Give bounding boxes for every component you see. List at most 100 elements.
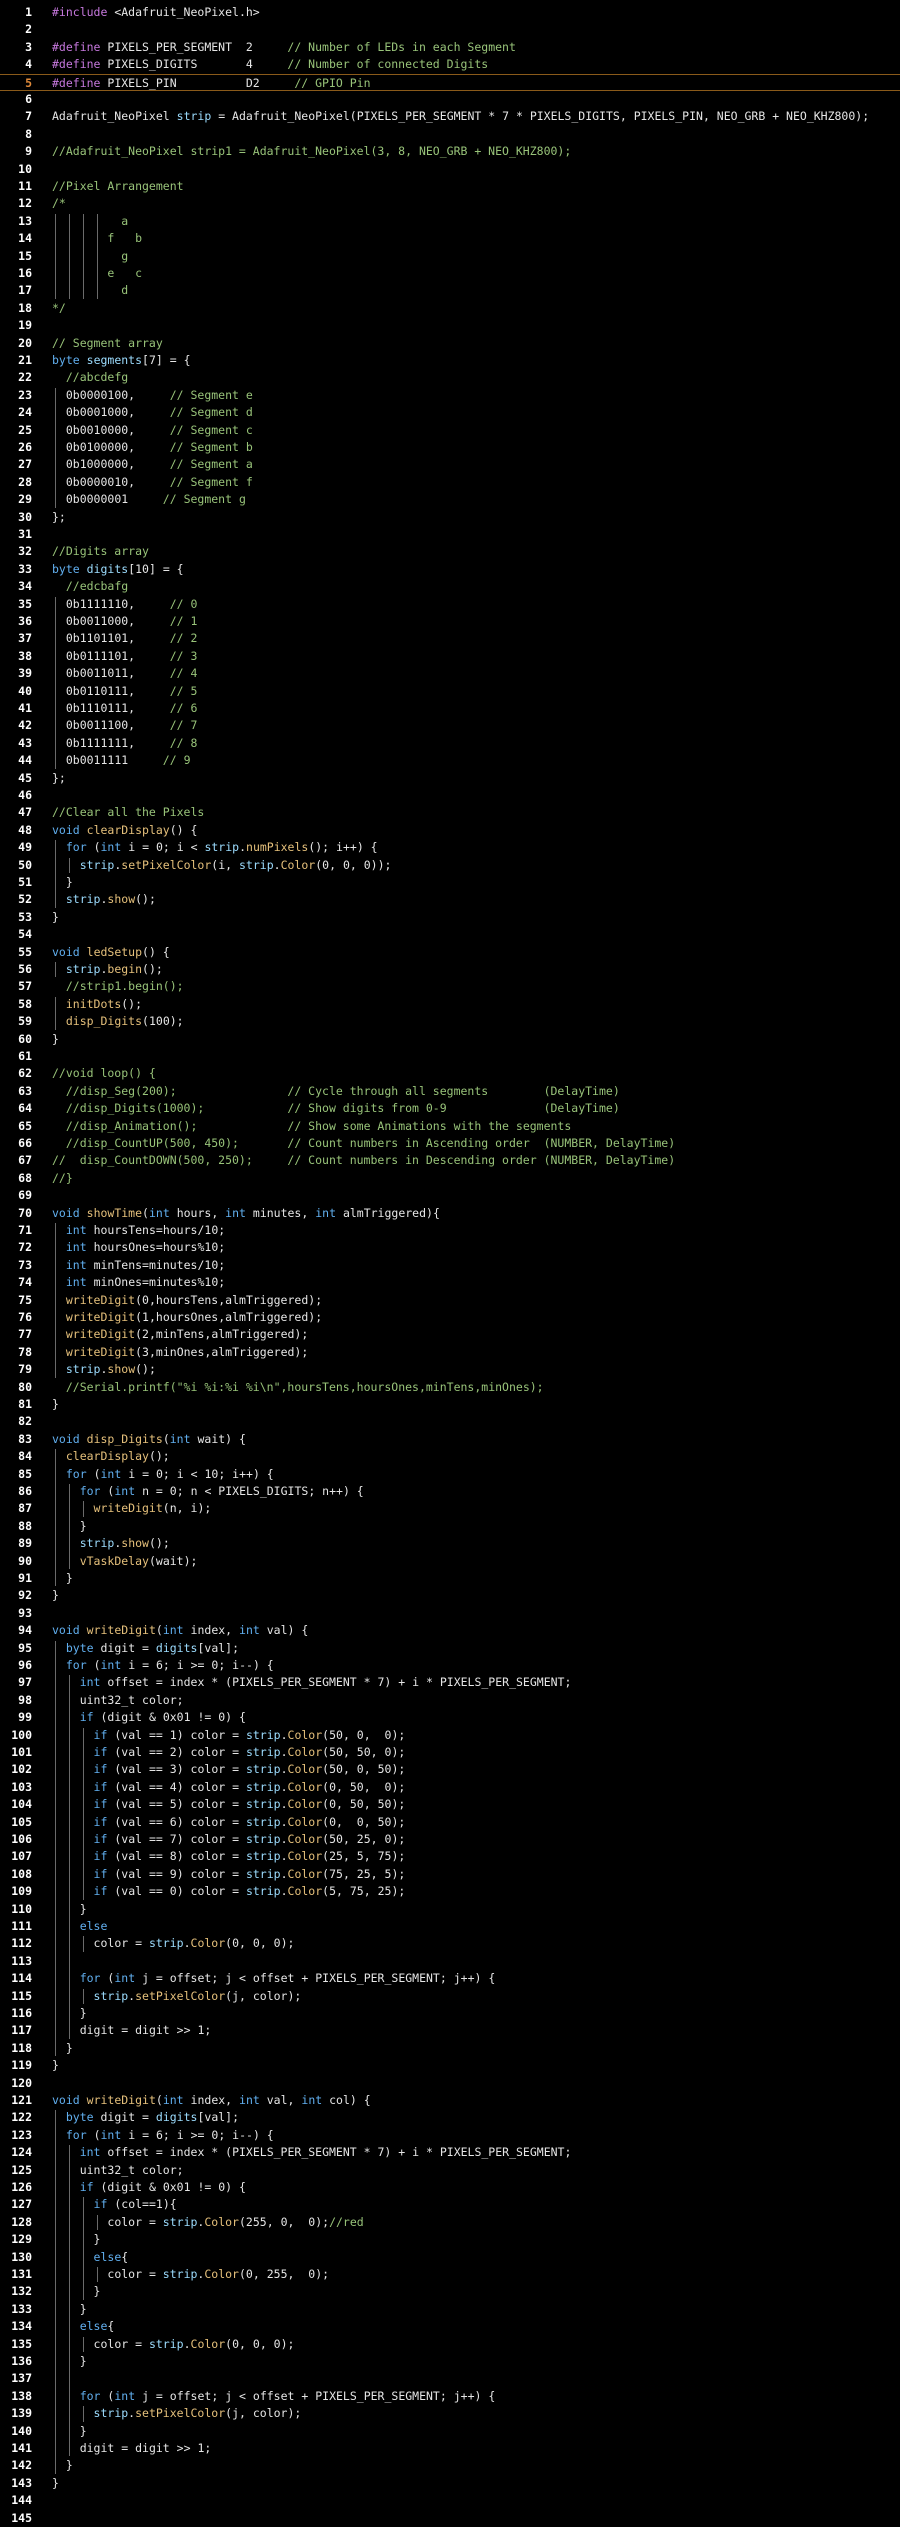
- code-line[interactable]: 9 //Adafruit_NeoPixel strip1 = Adafruit_N…: [0, 143, 900, 160]
- code-line[interactable]: 112 color = strip.Color(0, 0, 0);: [0, 1935, 900, 1952]
- code-line[interactable]: 36 0b0011000, // 1: [0, 613, 900, 630]
- code-line[interactable]: 95 byte digit = digits[val];: [0, 1640, 900, 1657]
- code-line[interactable]: 68 //}: [0, 1170, 900, 1187]
- code-line[interactable]: 12 /*: [0, 195, 900, 212]
- code-line[interactable]: 98 uint32_t color;: [0, 1692, 900, 1709]
- code-line[interactable]: 105 if (val == 6) color = strip.Color(0,…: [0, 1814, 900, 1831]
- code-line[interactable]: 100 if (val == 1) color = strip.Color(50…: [0, 1727, 900, 1744]
- code-line[interactable]: 127 if (col==1){: [0, 2196, 900, 2213]
- code-line[interactable]: 90 vTaskDelay(wait);: [0, 1553, 900, 1570]
- code-line[interactable]: 126 if (digit & 0x01 != 0) {: [0, 2179, 900, 2196]
- code-line[interactable]: 119}: [0, 2057, 900, 2074]
- code-line[interactable]: 45};: [0, 770, 900, 787]
- code-line[interactable]: 83 void disp_Digits(int wait) {: [0, 1431, 900, 1448]
- code-line[interactable]: 70 void showTime(int hours, int minutes, …: [0, 1205, 900, 1222]
- code-line[interactable]: 43 0b1111111, // 8: [0, 735, 900, 752]
- code-line[interactable]: 130 else{: [0, 2249, 900, 2266]
- code-line[interactable]: 1 #include <Adafruit_NeoPixel.h>: [0, 4, 900, 21]
- code-line[interactable]: 42 0b0011100, // 7: [0, 717, 900, 734]
- code-line[interactable]: 57 //strip1.begin();: [0, 978, 900, 995]
- code-line[interactable]: 62 //void loop() {: [0, 1065, 900, 1082]
- code-line[interactable]: 145: [0, 2510, 900, 2527]
- code-line[interactable]: 80 //Serial.printf("%i %i:%i %i\n",hours…: [0, 1379, 900, 1396]
- code-line[interactable]: 30};: [0, 509, 900, 526]
- code-line[interactable]: 74 int minOnes=minutes%10;: [0, 1274, 900, 1291]
- code-line[interactable]: 114 for (int j = offset; j < offset + PI…: [0, 1970, 900, 1987]
- code-line[interactable]: 96 for (int i = 6; i >= 0; i--) {: [0, 1657, 900, 1674]
- code-line[interactable]: 17 d: [0, 282, 900, 299]
- code-line[interactable]: 122 byte digit = digits[val];: [0, 2109, 900, 2126]
- code-line[interactable]: 69: [0, 1187, 900, 1204]
- code-line[interactable]: 22 //abcdefg: [0, 369, 900, 386]
- code-line[interactable]: 101 if (val == 2) color = strip.Color(50…: [0, 1744, 900, 1761]
- code-line[interactable]: 41 0b1110111, // 6: [0, 700, 900, 717]
- code-line[interactable]: 6: [0, 91, 900, 108]
- code-line[interactable]: 11 //Pixel Arrangement: [0, 178, 900, 195]
- code-line[interactable]: 21 byte segments[7] = {: [0, 352, 900, 369]
- code-line[interactable]: 27 0b1000000, // Segment a: [0, 456, 900, 473]
- code-line[interactable]: 132 }: [0, 2283, 900, 2300]
- code-line[interactable]: 118 }: [0, 2040, 900, 2057]
- code-line[interactable]: 136 }: [0, 2353, 900, 2370]
- code-line[interactable]: 15 g: [0, 248, 900, 265]
- code-line[interactable]: 117 digit = digit >> 1;: [0, 2022, 900, 2039]
- code-line[interactable]: 7 Adafruit_NeoPixel strip = Adafruit_NeoP…: [0, 108, 900, 125]
- code-line[interactable]: 33 byte digits[10] = {: [0, 561, 900, 578]
- code-line[interactable]: 4 #define PIXELS_DIGITS 4 // Number of co…: [0, 56, 900, 73]
- code-line[interactable]: 97 int offset = index * (PIXELS_PER_SEGM…: [0, 1674, 900, 1691]
- code-line[interactable]: 28 0b0000010, // Segment f: [0, 474, 900, 491]
- code-line[interactable]: 48 void clearDisplay() {: [0, 822, 900, 839]
- code-line[interactable]: 88 }: [0, 1518, 900, 1535]
- code-line[interactable]: 138 for (int j = offset; j < offset + PI…: [0, 2388, 900, 2405]
- code-line[interactable]: 110 }: [0, 1901, 900, 1918]
- code-line[interactable]: 72 int hoursOnes=hours%10;: [0, 1239, 900, 1256]
- code-line[interactable]: 78 writeDigit(3,minOnes,almTriggered);: [0, 1344, 900, 1361]
- code-line[interactable]: 65 //disp_Animation(); // Show some Anim…: [0, 1118, 900, 1135]
- code-line[interactable]: 87 writeDigit(n, i);: [0, 1500, 900, 1517]
- code-line[interactable]: 2: [0, 21, 900, 38]
- code-line[interactable]: 129 }: [0, 2231, 900, 2248]
- code-line[interactable]: 120: [0, 2075, 900, 2092]
- code-line[interactable]: 134 else{: [0, 2318, 900, 2335]
- code-line[interactable]: 82: [0, 1413, 900, 1430]
- code-line[interactable]: 51 }: [0, 874, 900, 891]
- code-line[interactable]: 143}: [0, 2475, 900, 2492]
- code-line[interactable]: 3 #define PIXELS_PER_SEGMENT 2 // Number …: [0, 39, 900, 56]
- code-line[interactable]: 60}: [0, 1031, 900, 1048]
- code-line[interactable]: 103 if (val == 4) color = strip.Color(0,…: [0, 1779, 900, 1796]
- code-line[interactable]: 108 if (val == 9) color = strip.Color(75…: [0, 1866, 900, 1883]
- code-line[interactable]: 10: [0, 161, 900, 178]
- code-line[interactable]: 81}: [0, 1396, 900, 1413]
- code-line[interactable]: 102 if (val == 3) color = strip.Color(50…: [0, 1761, 900, 1778]
- code-line[interactable]: 13 a: [0, 213, 900, 230]
- code-line[interactable]: 50 strip.setPixelColor(i, strip.Color(0,…: [0, 857, 900, 874]
- code-line[interactable]: 59 disp_Digits(100);: [0, 1013, 900, 1030]
- code-line[interactable]: 107 if (val == 8) color = strip.Color(25…: [0, 1848, 900, 1865]
- code-line[interactable]: 46: [0, 787, 900, 804]
- code-line[interactable]: 131 color = strip.Color(0, 255, 0);: [0, 2266, 900, 2283]
- code-line[interactable]: 94 void writeDigit(int index, int val) {: [0, 1622, 900, 1639]
- code-line[interactable]: 14 f b: [0, 230, 900, 247]
- code-line[interactable]: 99 if (digit & 0x01 != 0) {: [0, 1709, 900, 1726]
- code-line[interactable]: 66 //disp_CountUP(500, 450); // Count nu…: [0, 1135, 900, 1152]
- code-line[interactable]: 52 strip.show();: [0, 891, 900, 908]
- code-line[interactable]: 8: [0, 126, 900, 143]
- code-line[interactable]: 58 initDots();: [0, 996, 900, 1013]
- code-line[interactable]: 76 writeDigit(1,hoursOnes,almTriggered);: [0, 1309, 900, 1326]
- code-line[interactable]: 77 writeDigit(2,minTens,almTriggered);: [0, 1326, 900, 1343]
- code-line[interactable]: 86 for (int n = 0; n < PIXELS_DIGITS; n+…: [0, 1483, 900, 1500]
- code-line[interactable]: 67 // disp_CountDOWN(500, 250); // Count …: [0, 1152, 900, 1169]
- code-line[interactable]: 47 //Clear all the Pixels: [0, 804, 900, 821]
- code-line[interactable]: 85 for (int i = 0; i < 10; i++) {: [0, 1466, 900, 1483]
- code-line[interactable]: 56 strip.begin();: [0, 961, 900, 978]
- code-line[interactable]: 116 }: [0, 2005, 900, 2022]
- code-line[interactable]: 111 else: [0, 1918, 900, 1935]
- code-line[interactable]: 93: [0, 1605, 900, 1622]
- code-line[interactable]: 84 clearDisplay();: [0, 1448, 900, 1465]
- code-line[interactable]: 137: [0, 2370, 900, 2387]
- code-line[interactable]: 135 color = strip.Color(0, 0, 0);: [0, 2336, 900, 2353]
- code-line[interactable]: 54: [0, 926, 900, 943]
- code-line[interactable]: 89 strip.show();: [0, 1535, 900, 1552]
- code-line[interactable]: 26 0b0100000, // Segment b: [0, 439, 900, 456]
- code-line[interactable]: 79 strip.show();: [0, 1361, 900, 1378]
